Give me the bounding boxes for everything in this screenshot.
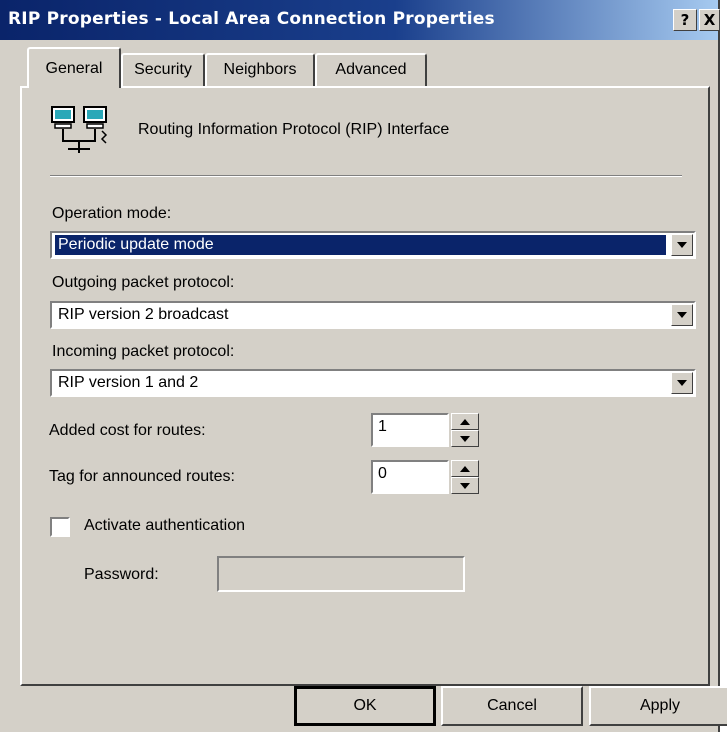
arrow-up-icon [460, 418, 470, 425]
tab-security-label: Security [134, 61, 192, 78]
close-icon: X [703, 11, 716, 29]
tab-neighbors[interactable]: Neighbors [205, 53, 315, 86]
network-icon [51, 106, 108, 153]
route-tag-input[interactable]: 0 [371, 460, 449, 494]
tab-advanced-label: Advanced [335, 61, 407, 78]
chevron-down-icon [677, 242, 687, 248]
incoming-protocol-select[interactable]: RIP version 1 and 2 [50, 369, 696, 397]
password-label: Password: [84, 566, 159, 583]
activate-authentication-label[interactable]: Activate authentication [84, 517, 245, 535]
added-cost-down-button[interactable] [451, 430, 479, 447]
outgoing-protocol-dropdown-button[interactable] [671, 304, 693, 326]
incoming-protocol-label: Incoming packet protocol: [52, 343, 235, 360]
incoming-protocol-value: RIP version 1 and 2 [58, 374, 199, 391]
apply-button[interactable]: Apply [589, 686, 727, 726]
rip-properties-dialog: RIP Properties - Local Area Connection P… [0, 0, 727, 732]
tab-general[interactable]: General [27, 47, 121, 88]
added-cost-label: Added cost for routes: [49, 422, 206, 439]
operation-mode-label: Operation mode: [52, 205, 172, 222]
added-cost-input[interactable]: 1 [371, 413, 449, 447]
arrow-down-icon [460, 482, 470, 489]
incoming-protocol-dropdown-button[interactable] [671, 372, 693, 394]
route-tag-down-button[interactable] [451, 477, 479, 494]
added-cost-up-button[interactable] [451, 413, 479, 430]
help-button[interactable]: ? [673, 9, 697, 31]
chevron-down-icon [677, 312, 687, 318]
interface-title: Routing Information Protocol (RIP) Inter… [138, 121, 450, 138]
route-tag-up-button[interactable] [451, 460, 479, 477]
close-button[interactable]: X [699, 9, 720, 31]
window-title: RIP Properties - Local Area Connection P… [8, 9, 495, 29]
operation-mode-select[interactable]: Periodic update mode [50, 231, 696, 259]
route-tag-label: Tag for announced routes: [49, 468, 235, 485]
cancel-button[interactable]: Cancel [441, 686, 583, 726]
help-icon: ? [680, 11, 690, 29]
ok-button[interactable]: OK [294, 686, 436, 726]
outgoing-protocol-select[interactable]: RIP version 2 broadcast [50, 301, 696, 329]
tab-general-label: General [45, 60, 103, 77]
arrow-up-icon [460, 465, 470, 472]
separator [50, 175, 682, 177]
arrow-down-icon [460, 435, 470, 442]
chevron-down-icon [677, 380, 687, 386]
activate-authentication-checkbox[interactable] [50, 517, 70, 537]
tab-neighbors-label: Neighbors [223, 61, 297, 78]
title-bar[interactable]: RIP Properties - Local Area Connection P… [0, 0, 720, 40]
outgoing-protocol-value: RIP version 2 broadcast [58, 306, 229, 323]
password-field [217, 556, 465, 592]
outgoing-protocol-label: Outgoing packet protocol: [52, 274, 235, 291]
operation-mode-dropdown-button[interactable] [671, 234, 693, 256]
tab-security[interactable]: Security [121, 53, 205, 86]
operation-mode-value: Periodic update mode [55, 235, 666, 255]
tab-advanced[interactable]: Advanced [315, 53, 427, 86]
